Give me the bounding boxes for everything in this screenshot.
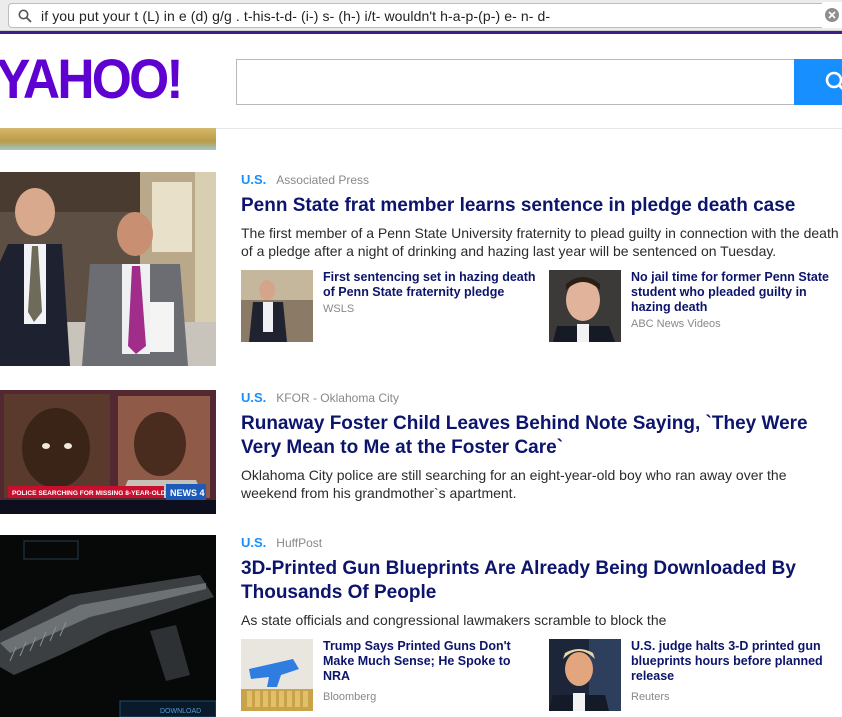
news-logo: NEWS 4 — [170, 488, 205, 498]
address-bar[interactable]: if you put your t (L) in e (d) g/g . t-h… — [8, 3, 842, 28]
story-source: HuffPost — [276, 536, 323, 550]
story-headline[interactable]: 3D-Printed Gun Blueprints Are Already Be… — [241, 557, 841, 605]
story-headline[interactable]: Runaway Foster Child Leaves Behind Note … — [241, 412, 841, 460]
story-headline[interactable]: Penn State frat member learns sentence i… — [241, 194, 841, 218]
related-story-source: WSLS — [323, 303, 355, 315]
story-meta: U.S. HuffPost — [241, 535, 841, 551]
search-input[interactable] — [236, 59, 794, 105]
category-link[interactable]: U.S. — [241, 172, 266, 187]
related-story-source: ABC News Videos — [631, 318, 721, 330]
site-header: YAHOO! — [0, 34, 842, 129]
image-caption: POLICE SEARCHING FOR MISSING 8-YEAR-OLD … — [12, 490, 182, 497]
related-story-image[interactable] — [241, 639, 313, 711]
story-image[interactable] — [0, 172, 216, 366]
related-story-source: Bloomberg — [323, 691, 377, 703]
story-summary: Oklahoma City police are still searching… — [241, 467, 787, 501]
search-button[interactable] — [794, 59, 842, 105]
related-story-title[interactable]: First sentencing set in hazing death of … — [323, 270, 538, 300]
clear-address-icon[interactable] — [822, 2, 842, 28]
search-icon — [825, 71, 842, 91]
story-image[interactable]: DOWNLOAD — [0, 535, 216, 717]
related-story-title[interactable]: U.S. judge halts 3-D printed gun bluepri… — [631, 639, 842, 684]
story-item[interactable]: DOWNLOAD U.S. HuffPost 3D-Printed Gun Blu… — [0, 535, 842, 717]
related-story[interactable]: U.S. judge halts 3-D printed gun bluepri… — [549, 639, 842, 711]
story-source: KFOR - Oklahoma City — [276, 391, 399, 405]
story-image[interactable]: POLICE SEARCHING FOR MISSING 8-YEAR-OLD … — [0, 390, 216, 514]
related-story-source: Reuters — [631, 691, 670, 703]
related-story-image[interactable] — [549, 270, 621, 342]
yahoo-logo[interactable]: YAHOO! — [0, 46, 184, 111]
address-text[interactable]: if you put your t (L) in e (d) g/g . t-h… — [41, 8, 550, 24]
search-icon — [18, 9, 32, 23]
related-story-image[interactable] — [549, 639, 621, 711]
story-source: Associated Press — [276, 173, 370, 187]
related-story-title[interactable]: No jail time for former Penn State stude… — [631, 270, 842, 315]
story-summary: The first member of a Penn State Univers… — [241, 225, 839, 259]
story-summary: As state officials and congressional law… — [241, 612, 667, 628]
category-link[interactable]: U.S. — [241, 390, 266, 405]
story-item[interactable]: U.S. Associated Press Penn State frat mem… — [0, 172, 842, 372]
related-story-title[interactable]: Trump Says Printed Guns Don't Make Much … — [323, 639, 538, 684]
category-link[interactable]: U.S. — [241, 535, 266, 550]
story-meta: U.S. KFOR - Oklahoma City — [241, 390, 841, 406]
related-story[interactable]: No jail time for former Penn State stude… — [549, 270, 842, 342]
story-item[interactable]: POLICE SEARCHING FOR MISSING 8-YEAR-OLD … — [0, 390, 842, 520]
related-story[interactable]: First sentencing set in hazing death of … — [241, 270, 541, 342]
story-meta: U.S. Associated Press — [241, 172, 841, 188]
previous-story-image[interactable] — [0, 128, 216, 150]
related-story[interactable]: Trump Says Printed Guns Don't Make Much … — [241, 639, 541, 711]
browser-toolbar: if you put your t (L) in e (d) g/g . t-h… — [0, 0, 842, 31]
related-story-image[interactable] — [241, 270, 313, 342]
image-caption: DOWNLOAD — [160, 708, 201, 715]
